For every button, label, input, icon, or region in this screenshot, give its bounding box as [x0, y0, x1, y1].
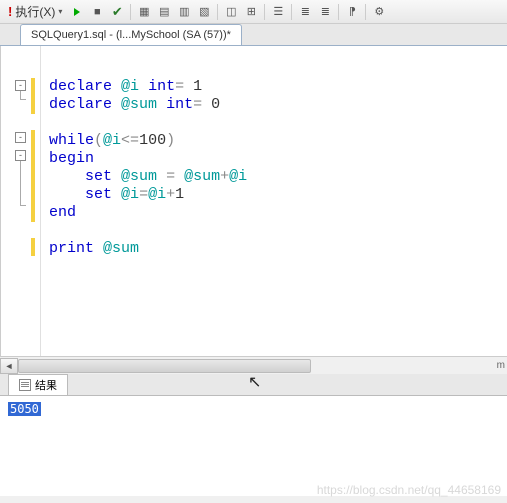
collapse-toggle[interactable]: -: [15, 150, 26, 161]
pane-button-1[interactable]: ◫: [222, 3, 240, 21]
separator: [217, 4, 218, 20]
separator: [130, 4, 131, 20]
tab-title: SQLQuery1.sql - (l...MySchool (SA (57))*: [31, 29, 231, 41]
play-icon: [74, 8, 80, 16]
separator: [291, 4, 292, 20]
scroll-left-button[interactable]: ◄: [0, 358, 18, 374]
results-icon: [19, 379, 31, 391]
results-tab[interactable]: 结果: [8, 374, 68, 395]
scroll-indicator: m: [497, 360, 505, 371]
collapse-toggle[interactable]: -: [15, 132, 26, 143]
execute-icon: !: [8, 4, 12, 19]
debug-button[interactable]: [68, 3, 86, 21]
code-editor[interactable]: - - - declare @i int= 1 declare @sum int…: [0, 46, 507, 356]
separator: [338, 4, 339, 20]
horizontal-scrollbar[interactable]: ◄ m: [0, 356, 507, 374]
list-button[interactable]: ☰: [269, 3, 287, 21]
code-content: declare @i int= 1 declare @sum int= 0 wh…: [41, 46, 255, 356]
stop-button[interactable]: ■: [88, 3, 106, 21]
change-marker: [31, 130, 35, 222]
fold-end: [20, 99, 26, 100]
tab-bar: SQLQuery1.sql - (l...MySchool (SA (57))*: [0, 24, 507, 46]
result-output[interactable]: 5050: [8, 402, 41, 416]
scroll-thumb[interactable]: [18, 359, 311, 373]
fold-line: [20, 91, 21, 99]
grid-button-2[interactable]: ▤: [155, 3, 173, 21]
fold-line: [20, 161, 21, 205]
separator: [365, 4, 366, 20]
comment-button[interactable]: ⁋: [343, 3, 361, 21]
grid-button-3[interactable]: ▥: [175, 3, 193, 21]
fold-end: [20, 205, 26, 206]
toolbar: ! 执行(X) ▾ ■ ✔ ▦ ▤ ▥ ▧ ◫ ⊞ ☰ ≣ ≣ ⁋ ⚙: [0, 0, 507, 24]
grid-button-1[interactable]: ▦: [135, 3, 153, 21]
parse-button[interactable]: ✔: [108, 3, 126, 21]
change-marker: [31, 238, 35, 256]
indent-right-button[interactable]: ≣: [316, 3, 334, 21]
gutter: - - -: [1, 46, 41, 356]
watermark: https://blog.csdn.net/qq_44658169: [317, 483, 501, 497]
change-marker: [31, 78, 35, 114]
options-button[interactable]: ⚙: [370, 3, 388, 21]
file-tab[interactable]: SQLQuery1.sql - (l...MySchool (SA (57))*: [20, 24, 242, 45]
scroll-track[interactable]: m: [18, 358, 507, 374]
results-tab-bar: 结果: [0, 374, 507, 396]
separator: [264, 4, 265, 20]
results-tab-label: 结果: [35, 377, 57, 393]
execute-button[interactable]: ! 执行(X) ▾: [4, 1, 66, 22]
collapse-toggle[interactable]: -: [15, 80, 26, 91]
indent-left-button[interactable]: ≣: [296, 3, 314, 21]
dropdown-icon: ▾: [58, 7, 62, 16]
results-pane: 5050: [0, 396, 507, 496]
pane-button-2[interactable]: ⊞: [242, 3, 260, 21]
grid-button-4[interactable]: ▧: [195, 3, 213, 21]
execute-label: 执行(X): [15, 3, 55, 20]
check-icon: ✔: [112, 4, 123, 20]
